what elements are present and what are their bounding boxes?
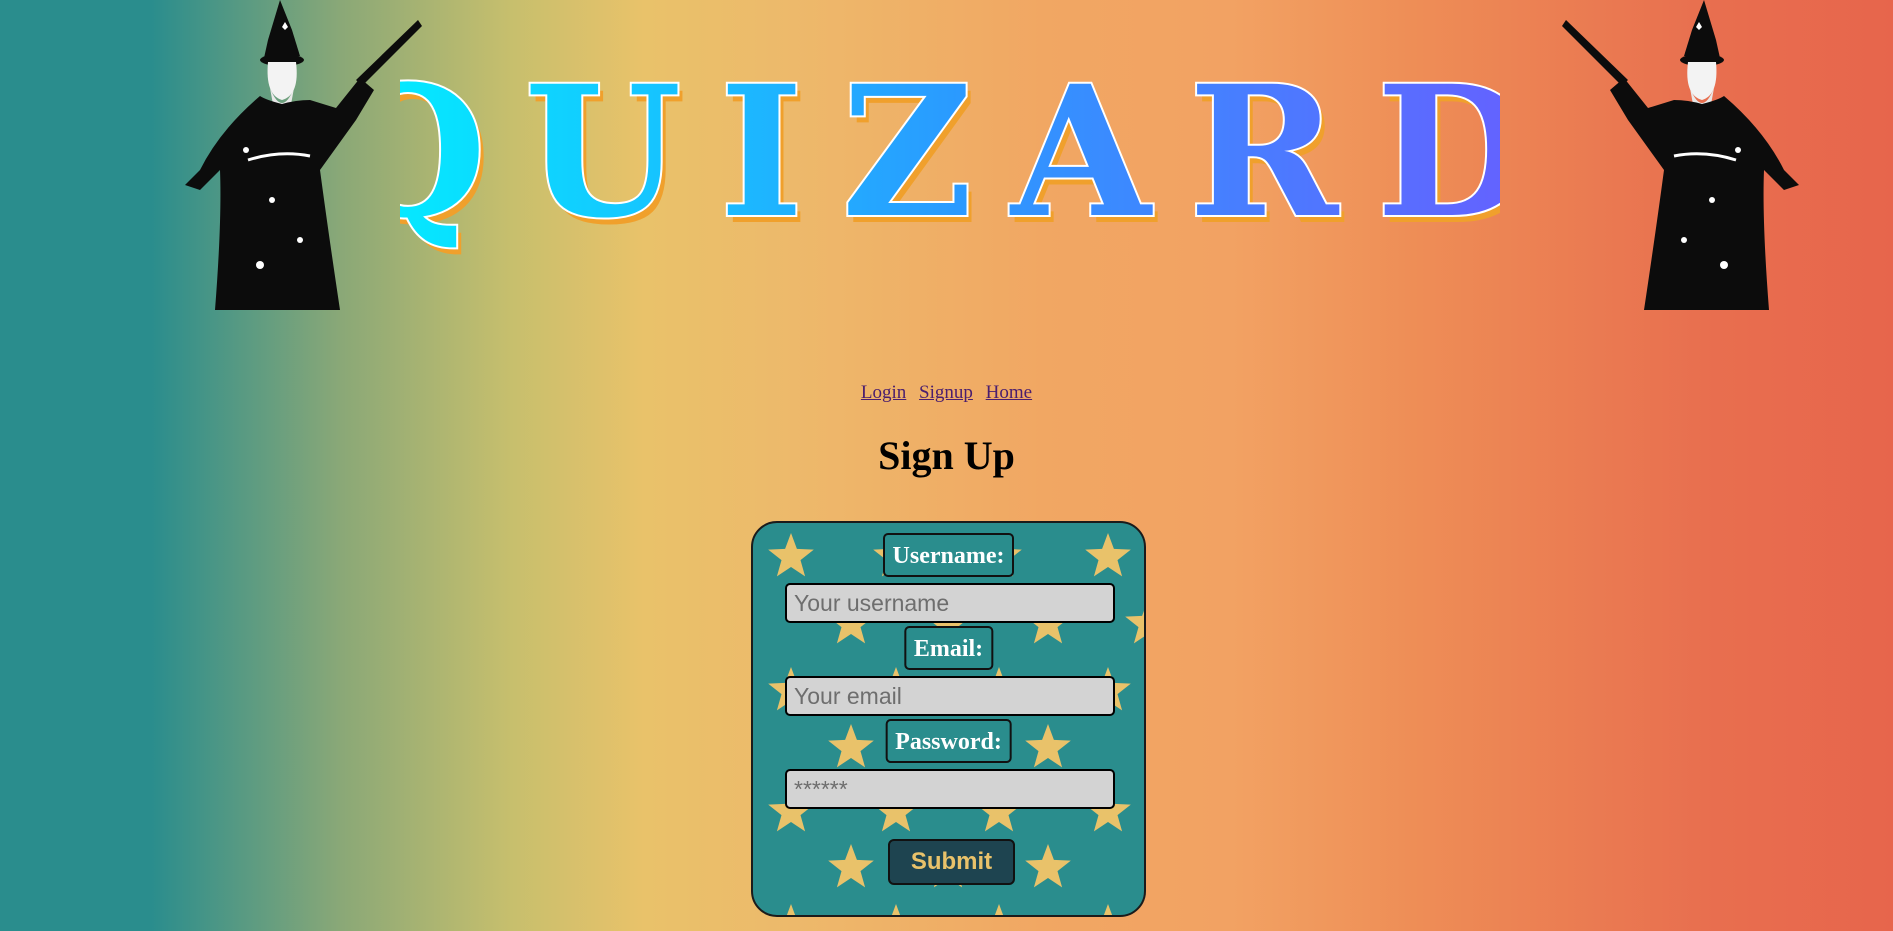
password-label: Password: bbox=[885, 719, 1012, 763]
star-icon bbox=[1025, 724, 1071, 768]
star-icon bbox=[994, 904, 1004, 915]
password-input[interactable] bbox=[785, 769, 1115, 809]
quizard-logo: QUIZARD QUIZARD bbox=[400, 45, 1500, 265]
email-input[interactable] bbox=[785, 676, 1115, 716]
nav-signup-link[interactable]: Signup bbox=[919, 382, 973, 403]
nav-login-link[interactable]: Login bbox=[861, 382, 906, 403]
nav-home-link[interactable]: Home bbox=[986, 382, 1032, 403]
star-icon bbox=[1085, 533, 1131, 577]
star-icon bbox=[768, 533, 814, 577]
page-title: Sign Up bbox=[878, 433, 1015, 478]
star-icon bbox=[1125, 610, 1144, 644]
top-nav: Login Signup Home bbox=[0, 382, 1893, 404]
star-icon bbox=[1103, 904, 1113, 915]
star-icon bbox=[891, 904, 901, 915]
star-icon bbox=[1025, 844, 1071, 888]
submit-button[interactable]: Submit bbox=[888, 839, 1015, 885]
star-icon bbox=[828, 844, 874, 888]
star-icon bbox=[786, 904, 796, 915]
email-label: Email: bbox=[903, 626, 994, 670]
username-input[interactable] bbox=[785, 583, 1115, 623]
logo-text: QUIZARD bbox=[400, 47, 1500, 258]
signup-form: Username: Email: Password: Submit bbox=[751, 521, 1146, 917]
username-label: Username: bbox=[882, 533, 1015, 577]
wizard-right-icon bbox=[1562, 0, 1799, 310]
star-icon bbox=[828, 724, 874, 768]
header-banner: QUIZARD QUIZARD bbox=[0, 0, 1893, 320]
